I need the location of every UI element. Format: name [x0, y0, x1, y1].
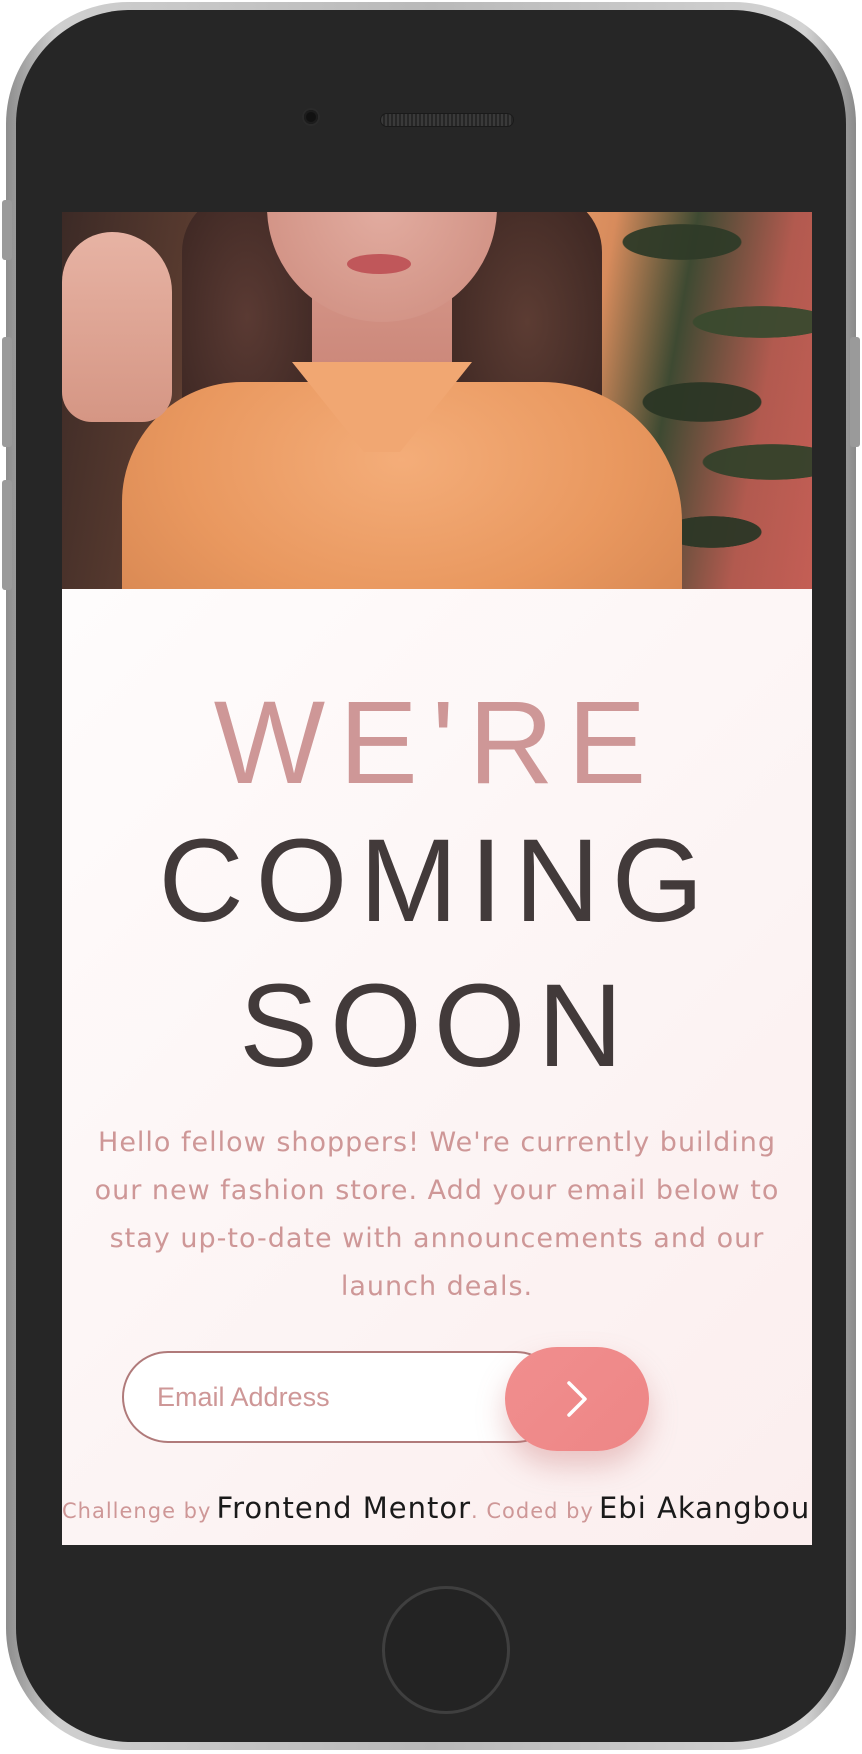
- home-button[interactable]: [382, 1586, 510, 1714]
- heading-line-2: COMING: [158, 815, 716, 947]
- phone-frame: WE'RE COMING SOON Hello fellow shoppers!…: [2, 2, 860, 1750]
- chevron-right-icon: [567, 1381, 587, 1417]
- description: Hello fellow shoppers! We're currently b…: [94, 1127, 780, 1302]
- footer-suffix: .: [810, 1499, 812, 1523]
- earpiece-speaker: [381, 114, 513, 126]
- heading-line-1: WE'RE: [213, 677, 661, 809]
- attribution: Challenge by Frontend Mentor. Coded by E…: [62, 1491, 812, 1525]
- volume-up-button: [2, 337, 12, 447]
- front-camera: [304, 110, 318, 124]
- main-content: WE'RE COMING SOON Hello fellow shoppers!…: [62, 589, 812, 1545]
- email-input[interactable]: [122, 1351, 562, 1443]
- challenge-prefix: Challenge by: [62, 1499, 212, 1523]
- volume-down-button: [2, 480, 12, 590]
- lips: [347, 254, 411, 274]
- hero-image: [62, 212, 812, 589]
- power-button: [850, 337, 860, 447]
- author-link[interactable]: Ebi Akangbou: [599, 1491, 810, 1525]
- mute-switch: [2, 200, 12, 260]
- email-form: [122, 1347, 652, 1451]
- coded-prefix: . Coded by: [471, 1499, 594, 1523]
- hand: [62, 232, 172, 422]
- submit-button[interactable]: [505, 1347, 649, 1451]
- frontend-mentor-link[interactable]: Frontend Mentor: [217, 1491, 471, 1525]
- screen: WE'RE COMING SOON Hello fellow shoppers!…: [62, 212, 812, 1545]
- heading-line-3: SOON: [239, 960, 635, 1092]
